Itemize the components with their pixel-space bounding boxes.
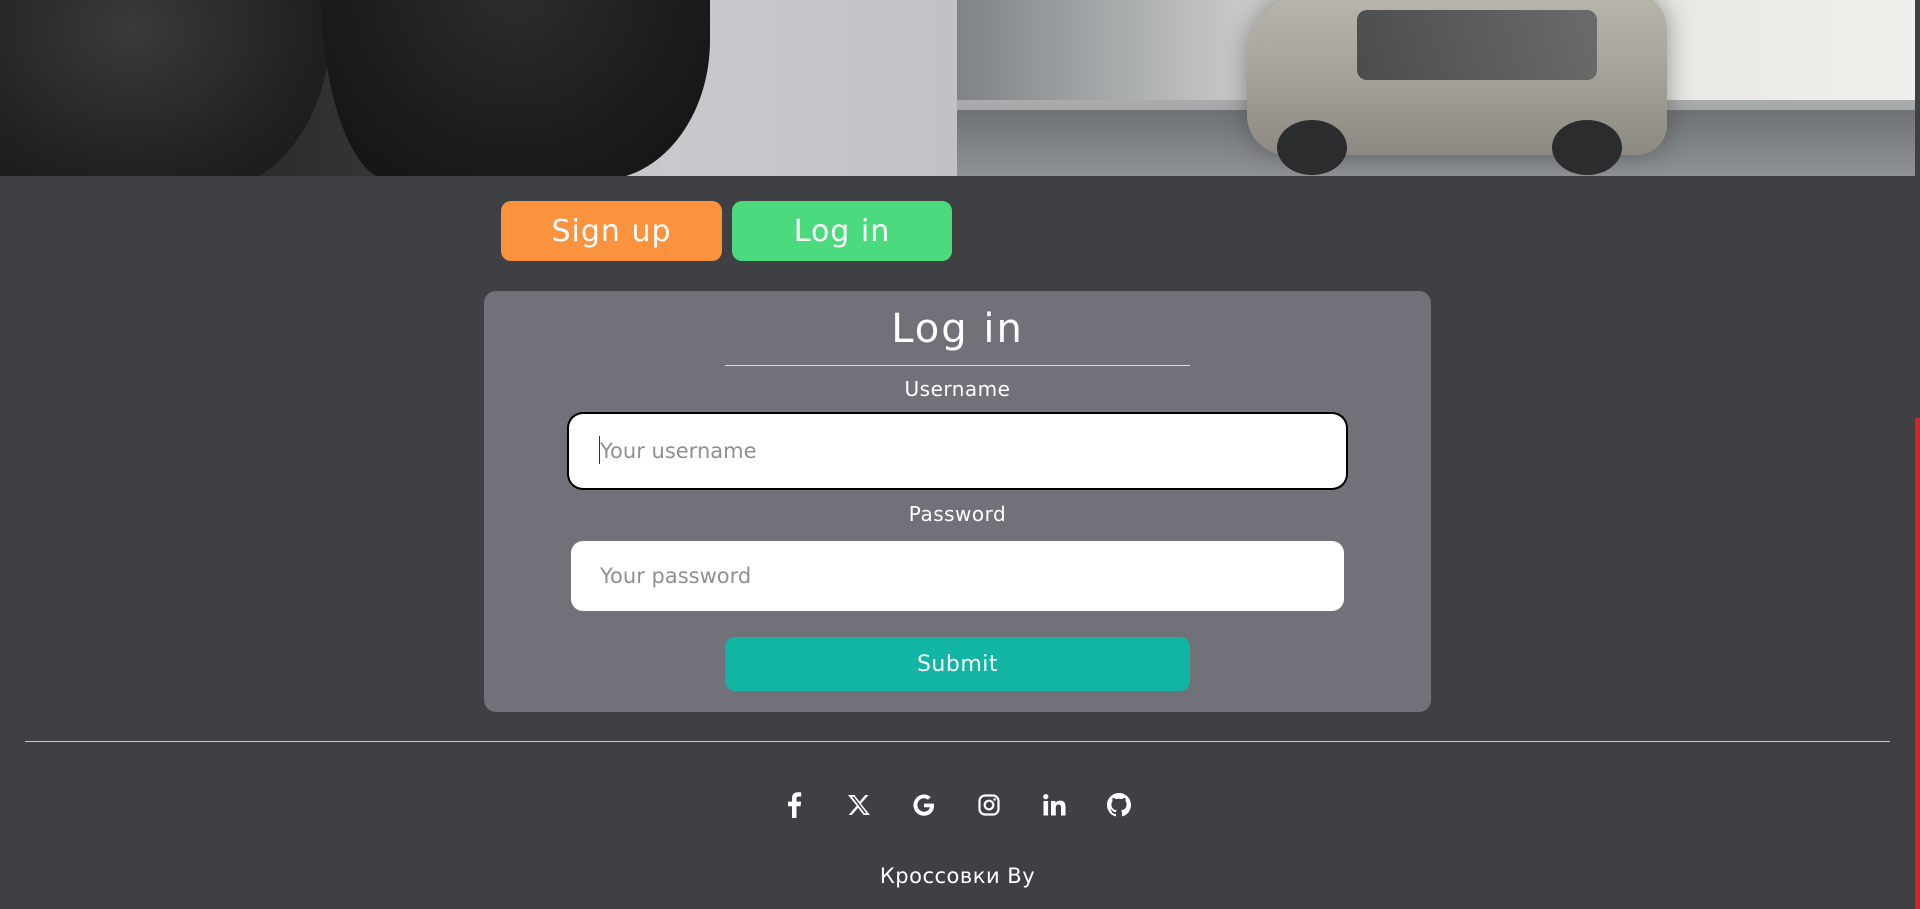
github-icon[interactable] xyxy=(1104,790,1134,820)
login-tab-button[interactable]: Log in xyxy=(732,201,952,261)
hero-jeans-right-leg xyxy=(320,0,710,176)
text-caret xyxy=(599,436,600,464)
hero-image-jeans xyxy=(0,0,957,176)
signup-tab-button[interactable]: Sign up xyxy=(501,201,722,261)
password-label: Password xyxy=(908,502,1007,526)
facebook-icon[interactable] xyxy=(779,790,809,820)
hero-van-window xyxy=(1357,10,1597,80)
login-title: Log in xyxy=(891,306,1024,352)
username-input[interactable] xyxy=(571,416,1344,486)
social-links xyxy=(0,790,1915,820)
scrollbar-thumb[interactable] xyxy=(1915,418,1920,909)
hero-van-wheel xyxy=(1552,120,1622,175)
password-input[interactable] xyxy=(571,541,1344,611)
hero-banner xyxy=(0,0,1915,176)
hero-image-van xyxy=(957,0,1915,176)
instagram-icon[interactable] xyxy=(974,790,1004,820)
page: Sign up Log in Log in Username Password … xyxy=(0,0,1920,909)
login-card: Log in Username Password Submit xyxy=(484,291,1431,712)
hero-van-wheel xyxy=(1277,120,1347,175)
hero-jeans-left-leg xyxy=(0,0,330,176)
google-icon[interactable] xyxy=(909,790,939,820)
footer-divider xyxy=(25,741,1890,742)
x-twitter-icon[interactable] xyxy=(844,790,874,820)
linkedin-icon[interactable] xyxy=(1039,790,1069,820)
submit-button[interactable]: Submit xyxy=(725,637,1190,691)
title-divider xyxy=(725,365,1190,366)
username-label: Username xyxy=(904,377,1011,401)
footer-brand: Кроссовки By xyxy=(879,864,1036,888)
